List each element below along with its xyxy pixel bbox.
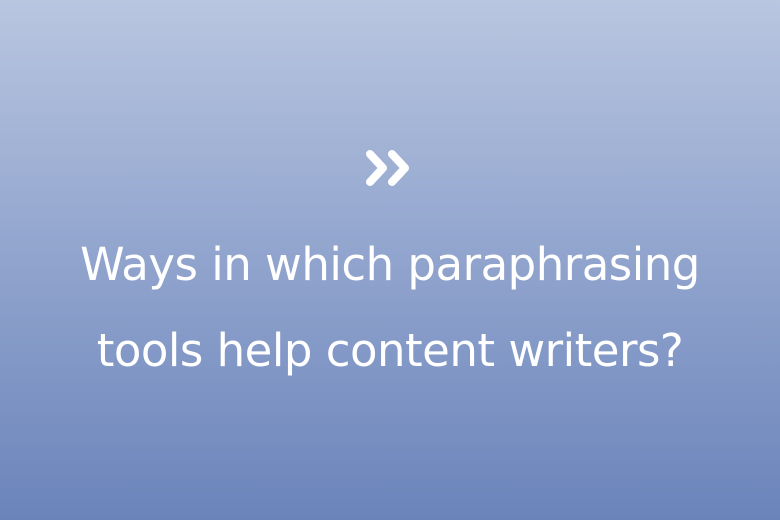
page-title: Ways in which paraphrasing tools help co… [0,222,780,394]
hero-banner: Ways in which paraphrasing tools help co… [0,0,780,520]
double-chevron-right-icon [362,146,418,190]
title-line-2: tools help content writers? [96,324,684,377]
title-line-1: Ways in which paraphrasing [80,238,700,291]
